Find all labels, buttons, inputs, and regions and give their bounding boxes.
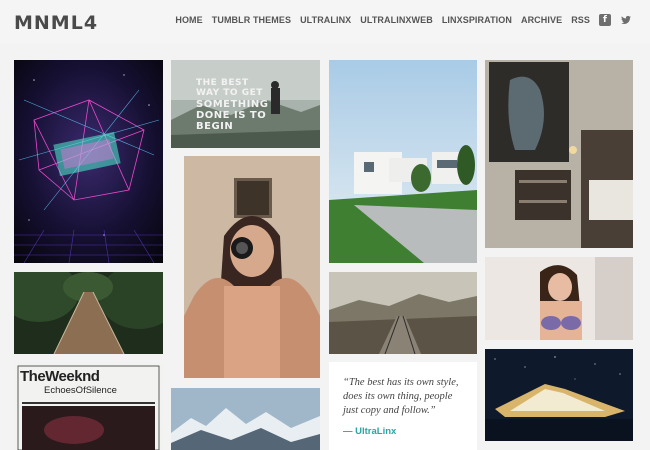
facebook-icon[interactable]: f (599, 14, 611, 26)
post-portrait-woman[interactable] (485, 257, 633, 340)
modern-house-image (329, 60, 477, 263)
post-interior-sculpture[interactable] (485, 60, 633, 248)
neon-poster-image (14, 60, 163, 263)
motivation-line-5: BEGIN (196, 121, 234, 132)
nav-tumblr-themes[interactable]: TUMBLR THEMES (212, 15, 291, 25)
nav-ultralinxweb[interactable]: ULTRALINXWEB (360, 15, 433, 25)
quote-author-link[interactable]: — UltraLinx (343, 426, 396, 437)
portrait-woman-image (485, 257, 633, 340)
post-forest-bridge[interactable] (14, 272, 163, 354)
site-logo[interactable]: MNML4 (14, 12, 98, 34)
forest-bridge-image (14, 272, 163, 354)
quote-text: “The best has its own style, does its ow… (343, 377, 459, 416)
nav-home[interactable]: HOME (175, 15, 202, 25)
post-quote-card[interactable]: “The best has its own style, does its ow… (329, 362, 477, 450)
camera-portrait-image (184, 156, 320, 378)
post-night-mountain[interactable] (485, 349, 633, 441)
motivation-line-3: SOMETHING (196, 99, 269, 110)
nav-rss[interactable]: RSS (571, 15, 590, 25)
night-mountain-image (485, 349, 633, 441)
motivation-line-2: WAY TO GET (196, 88, 263, 98)
post-neon-poster[interactable] (14, 60, 163, 263)
post-modern-house[interactable] (329, 60, 477, 263)
album-title: TheWeeknd (20, 368, 100, 385)
album-subtitle: EchoesOfSilence (44, 385, 117, 396)
interior-image (485, 60, 633, 248)
snow-mountains-image (171, 388, 320, 450)
nav-ultralinx[interactable]: ULTRALINX (300, 15, 351, 25)
motivation-line-1: THE BEST (196, 78, 249, 88)
post-snow-mountains[interactable] (171, 388, 320, 450)
post-camera-portrait[interactable] (184, 156, 320, 378)
twitter-icon[interactable] (620, 14, 632, 26)
motivation-line-4: DONE IS TO (196, 110, 267, 121)
post-railway-landscape[interactable] (329, 272, 477, 354)
main-nav: HOME TUMBLR THEMES ULTRALINX ULTRALINXWE… (175, 14, 632, 26)
railway-landscape-image (329, 272, 477, 354)
site-header: MNML4 HOME TUMBLR THEMES ULTRALINX ULTRA… (0, 0, 650, 44)
nav-linxspiration[interactable]: LINXSPIRATION (442, 15, 512, 25)
nav-archive[interactable]: ARCHIVE (521, 15, 562, 25)
